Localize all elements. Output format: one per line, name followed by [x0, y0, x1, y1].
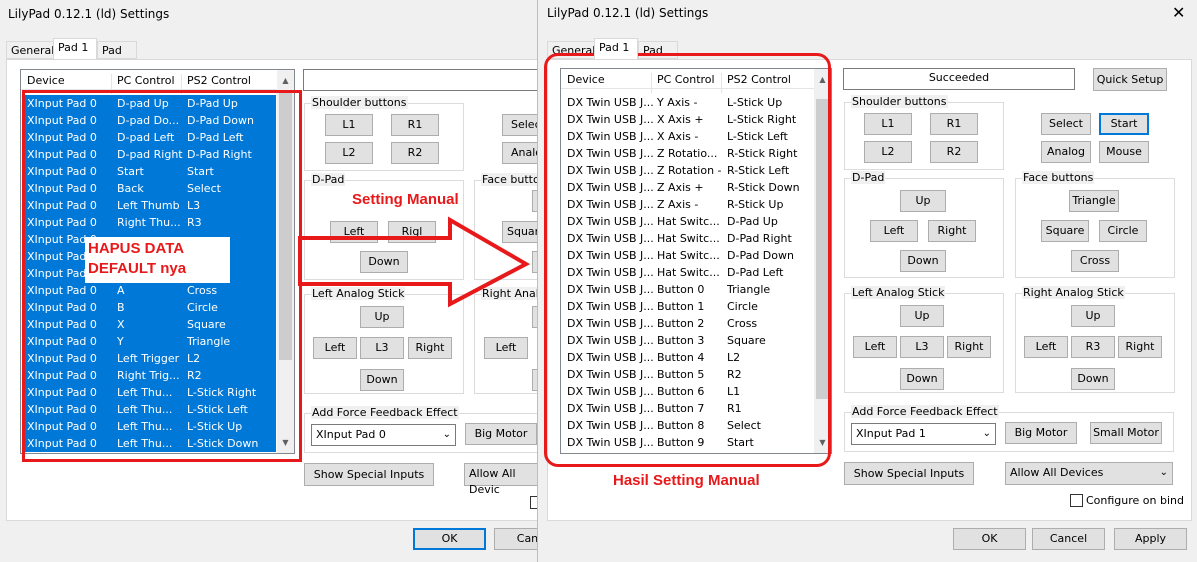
tab-general[interactable]: General: [6, 41, 54, 59]
red-arrow: [298, 216, 531, 308]
apply-button[interactable]: Apply: [1114, 528, 1187, 550]
circle-button[interactable]: Circle: [1099, 220, 1147, 242]
r3-button[interactable]: R3: [1071, 336, 1115, 358]
chevron-down-icon: ⌄: [1159, 467, 1168, 478]
analog-button[interactable]: Analog: [1041, 141, 1091, 163]
l2-button[interactable]: L2: [325, 142, 373, 164]
allow-devices-select[interactable]: Allow All Devices ⌄: [1005, 462, 1173, 485]
lstick-left-button[interactable]: Left: [853, 336, 897, 358]
face-label: Face buttor: [481, 173, 540, 186]
tab-pad2[interactable]: Pad 2: [97, 41, 137, 70]
configure-on-bind-checkbox[interactable]: [1070, 494, 1083, 507]
setting-manual-label: Setting Manual: [352, 191, 459, 208]
lstick-down-button[interactable]: Down: [360, 369, 404, 391]
show-special-inputs-button[interactable]: Show Special Inputs: [844, 462, 974, 485]
force-label: Add Force Feedback Effect: [311, 406, 459, 419]
dpad-down-button[interactable]: Down: [900, 250, 946, 272]
r1-button[interactable]: R1: [391, 114, 439, 136]
rstick-up-button[interactable]: Up: [1071, 305, 1115, 327]
status-field: Succeeded: [843, 68, 1075, 90]
scroll-up-icon[interactable]: ▲: [277, 72, 294, 89]
big-motor-button[interactable]: Big Motor: [465, 423, 537, 445]
shoulder-label: Shoulder buttons: [851, 95, 948, 108]
dpad-right-button[interactable]: Right: [928, 220, 976, 242]
r2-button[interactable]: R2: [391, 142, 439, 164]
lstick-right-button[interactable]: Right: [947, 336, 991, 358]
face-label: Face buttons: [1022, 171, 1095, 184]
configure-on-bind-label: Configure on bind: [1086, 494, 1185, 507]
small-motor-button[interactable]: Small Motor: [1090, 422, 1162, 444]
l1-button[interactable]: L1: [864, 113, 912, 135]
analog-button[interactable]: Analog: [502, 142, 540, 164]
rstick-right-button[interactable]: Right: [1118, 336, 1162, 358]
select-button[interactable]: Selec: [502, 114, 540, 136]
select-button[interactable]: Select: [1041, 113, 1091, 135]
lstick-right-button[interactable]: Right: [408, 337, 452, 359]
hapus-data-label: HAPUS DATA DEFAULT nya: [85, 237, 230, 283]
rstick-down-button[interactable]: Down: [1071, 368, 1115, 390]
l1-button[interactable]: L1: [325, 114, 373, 136]
mouse-button[interactable]: Mouse: [1099, 141, 1149, 163]
ok-button[interactable]: OK: [953, 528, 1026, 550]
left-window-title: LilyPad 0.12.1 (ld) Settings: [8, 7, 170, 21]
list-header: Device PC Control PS2 Control: [21, 70, 294, 94]
square-button[interactable]: Square: [1041, 220, 1089, 242]
rstick-left-button[interactable]: Left: [484, 337, 528, 359]
dpad-label: D-Pad: [311, 173, 346, 186]
r1-button[interactable]: R1: [930, 113, 978, 135]
r2-button[interactable]: R2: [930, 141, 978, 163]
lstick-down-button[interactable]: Down: [900, 368, 944, 390]
force-label: Add Force Feedback Effect: [851, 405, 999, 418]
cancel-button[interactable]: Cancel: [1032, 528, 1105, 550]
left-force-select[interactable]: XInput Pad 0 ⌄: [311, 424, 456, 446]
start-button[interactable]: Start: [1099, 113, 1149, 135]
right-analog-label: Right Analog Stick: [1022, 286, 1125, 299]
l3-button[interactable]: L3: [900, 336, 944, 358]
quick-setup-button[interactable]: Quick Setup: [1093, 68, 1167, 91]
show-special-inputs-button[interactable]: Show Special Inputs: [304, 463, 434, 486]
triangle-button[interactable]: Triangle: [1069, 190, 1119, 212]
left-status-field: [303, 69, 540, 91]
hasil-setting-label: Hasil Setting Manual: [613, 472, 760, 489]
col-ps2-control[interactable]: PS2 Control: [187, 74, 251, 87]
col-device[interactable]: Device: [27, 74, 65, 87]
force-select-value: XInput Pad 1: [856, 427, 926, 440]
right-window-title: LilyPad 0.12.1 (ld) Settings: [547, 6, 709, 20]
chevron-down-icon: ⌄: [442, 429, 451, 440]
cross-button[interactable]: Cross: [1071, 250, 1119, 272]
l3-button[interactable]: L3: [360, 337, 404, 359]
cancel-button[interactable]: Canc: [494, 528, 540, 550]
allow-devices-select[interactable]: Allow All Devic: [464, 463, 540, 496]
left-analog-label: Left Analog Stick: [851, 286, 946, 299]
force-select-value: XInput Pad 0: [316, 428, 386, 441]
ok-button[interactable]: OK: [413, 528, 486, 550]
shoulder-label: Shoulder buttons: [311, 96, 408, 109]
chevron-down-icon: ⌄: [982, 428, 991, 439]
lstick-up-button[interactable]: Up: [900, 305, 944, 327]
force-select[interactable]: XInput Pad 1 ⌄: [851, 423, 996, 445]
col-pc-control[interactable]: PC Control: [117, 74, 175, 87]
right-list-highlight: [544, 53, 831, 467]
rstick-left-button[interactable]: Left: [1024, 336, 1068, 358]
tab-pad1[interactable]: Pad 1: [594, 38, 638, 59]
dpad-left-button[interactable]: Left: [870, 220, 918, 242]
big-motor-button[interactable]: Big Motor: [1005, 422, 1077, 444]
dpad-label: D-Pad: [851, 171, 886, 184]
tab-pad1[interactable]: Pad 1: [53, 38, 97, 59]
dpad-up-button[interactable]: Up: [900, 190, 946, 212]
lstick-left-button[interactable]: Left: [313, 337, 357, 359]
allow-devices-value: Allow All Devices: [1010, 466, 1104, 479]
l2-button[interactable]: L2: [864, 141, 912, 163]
close-icon[interactable]: ✕: [1172, 3, 1185, 22]
